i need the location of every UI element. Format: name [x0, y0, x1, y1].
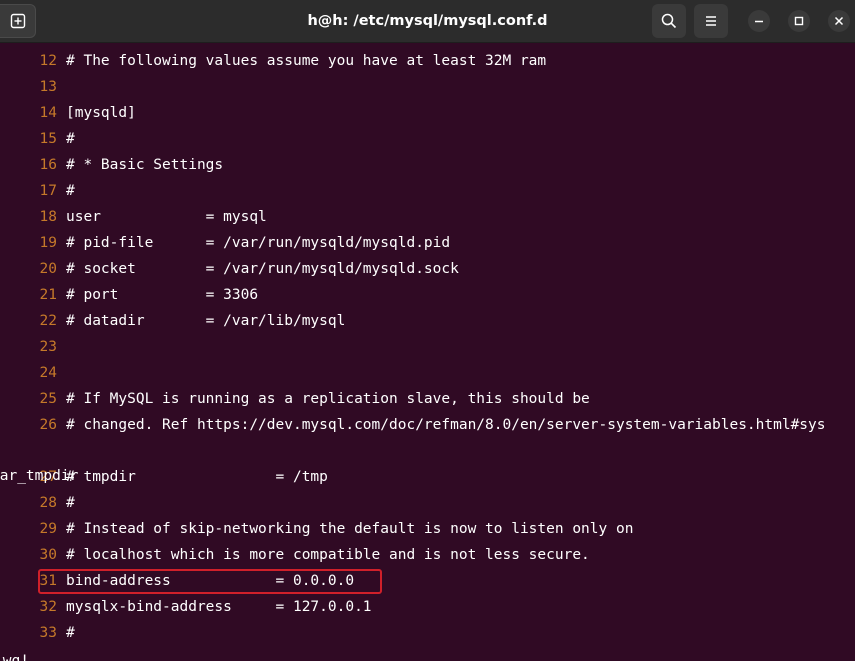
- search-icon: [661, 13, 677, 29]
- editor-line: 30 # localhost which is more compatible a…: [0, 542, 855, 568]
- title-bar: h@h: /etc/mysql/mysql.conf.d: [0, 0, 855, 43]
- line-number: 14: [39, 105, 57, 121]
- line-text: # pid-file = /var/run/mysqld/mysqld.pid: [66, 235, 451, 251]
- editor-line: 14 [mysqld]: [0, 100, 855, 126]
- minimize-button[interactable]: [748, 10, 770, 32]
- line-number: 18: [39, 209, 57, 225]
- line-number: 25: [39, 391, 57, 407]
- editor-line: 19 # pid-file = /var/run/mysqld/mysqld.pi…: [0, 230, 855, 256]
- editor-line: 29 # Instead of skip-networking the defau…: [0, 516, 855, 542]
- maximize-icon: [794, 16, 804, 26]
- editor-line: 12 # The following values assume you have…: [0, 48, 855, 74]
- wrapped-text: var_tmpdir: [0, 468, 79, 484]
- editor-line: 28 #: [0, 490, 855, 516]
- editor-line: 16 # * Basic Settings: [0, 152, 855, 178]
- line-number: 17: [39, 183, 57, 199]
- search-button[interactable]: [652, 4, 686, 38]
- line-number: 21: [39, 287, 57, 303]
- line-text: # If MySQL is running as a replication s…: [66, 391, 590, 407]
- editor-line: 27 # tmpdir = /tmp: [0, 464, 855, 490]
- line-text: # * Basic Settings: [66, 157, 224, 173]
- editor-line: 22 # datadir = /var/lib/mysql: [0, 308, 855, 334]
- editor-line: 26 # changed. Ref https://dev.mysql.com/d…: [0, 412, 855, 438]
- close-icon: [834, 16, 844, 26]
- line-number: 22: [39, 313, 57, 329]
- line-number: 26: [39, 417, 57, 433]
- editor-line: 23: [0, 334, 855, 360]
- line-number: 19: [39, 235, 57, 251]
- line-number: 24: [39, 365, 57, 381]
- line-text: mysqlx-bind-address = 127.0.0.1: [66, 599, 372, 615]
- editor-line: 15 #: [0, 126, 855, 152]
- new-tab-icon: [10, 13, 26, 29]
- line-number: 30: [39, 547, 57, 563]
- line-text: user = mysql: [66, 209, 267, 225]
- editor-line: 17 #: [0, 178, 855, 204]
- line-text: # datadir = /var/lib/mysql: [66, 313, 346, 329]
- vim-editor[interactable]: 12 # The following values assume you have…: [0, 44, 855, 661]
- line-text: # port = 3306: [66, 287, 259, 303]
- line-number: 15: [39, 131, 57, 147]
- editor-line: 32 mysqlx-bind-address = 127.0.0.1: [0, 594, 855, 620]
- line-text: # localhost which is more compatible and…: [66, 547, 590, 563]
- editor-line: 21 # port = 3306: [0, 282, 855, 308]
- close-button[interactable]: [828, 10, 850, 32]
- hamburger-menu-icon: [706, 16, 716, 26]
- line-text: #: [66, 495, 75, 511]
- editor-line: 18 user = mysql: [0, 204, 855, 230]
- line-text: #: [66, 625, 75, 641]
- wrapped-line-continuation: var_tmpdir: [0, 437, 100, 484]
- line-number: 33: [39, 625, 57, 641]
- editor-line: 25 # If MySQL is running as a replication…: [0, 386, 855, 412]
- line-number: 13: [39, 79, 57, 95]
- line-text: #: [66, 131, 75, 147]
- line-text: # The following values assume you have a…: [66, 53, 547, 69]
- line-number: 20: [39, 261, 57, 277]
- line-number: 29: [39, 521, 57, 537]
- line-text: [mysqld]: [66, 105, 136, 121]
- line-number: 16: [39, 157, 57, 173]
- editor-line: 13: [0, 74, 855, 100]
- line-text: # Instead of skip-networking the default…: [66, 521, 634, 537]
- editor-line: 20 # socket = /var/run/mysqld/mysqld.sock: [0, 256, 855, 282]
- maximize-button[interactable]: [788, 10, 810, 32]
- new-tab-button[interactable]: [0, 4, 36, 38]
- vim-command-line[interactable]: :wq!: [0, 648, 29, 661]
- menu-button[interactable]: [694, 4, 728, 38]
- editor-line: 33 #: [0, 620, 855, 646]
- line-number: 23: [39, 339, 57, 355]
- line-text: # tmpdir = /tmp: [66, 469, 328, 485]
- line-text: # changed. Ref https://dev.mysql.com/doc…: [66, 417, 826, 433]
- minimize-icon: [755, 20, 763, 23]
- line-text: # socket = /var/run/mysqld/mysqld.sock: [66, 261, 459, 277]
- terminal-window: h@h: /etc/mysql/mysql.conf.d 12 # The fo…: [0, 0, 855, 661]
- line-text: #: [66, 183, 75, 199]
- line-number: 12: [39, 53, 57, 69]
- editor-line: 24: [0, 360, 855, 386]
- bind-address-highlight: [38, 569, 382, 594]
- line-number: 32: [39, 599, 57, 615]
